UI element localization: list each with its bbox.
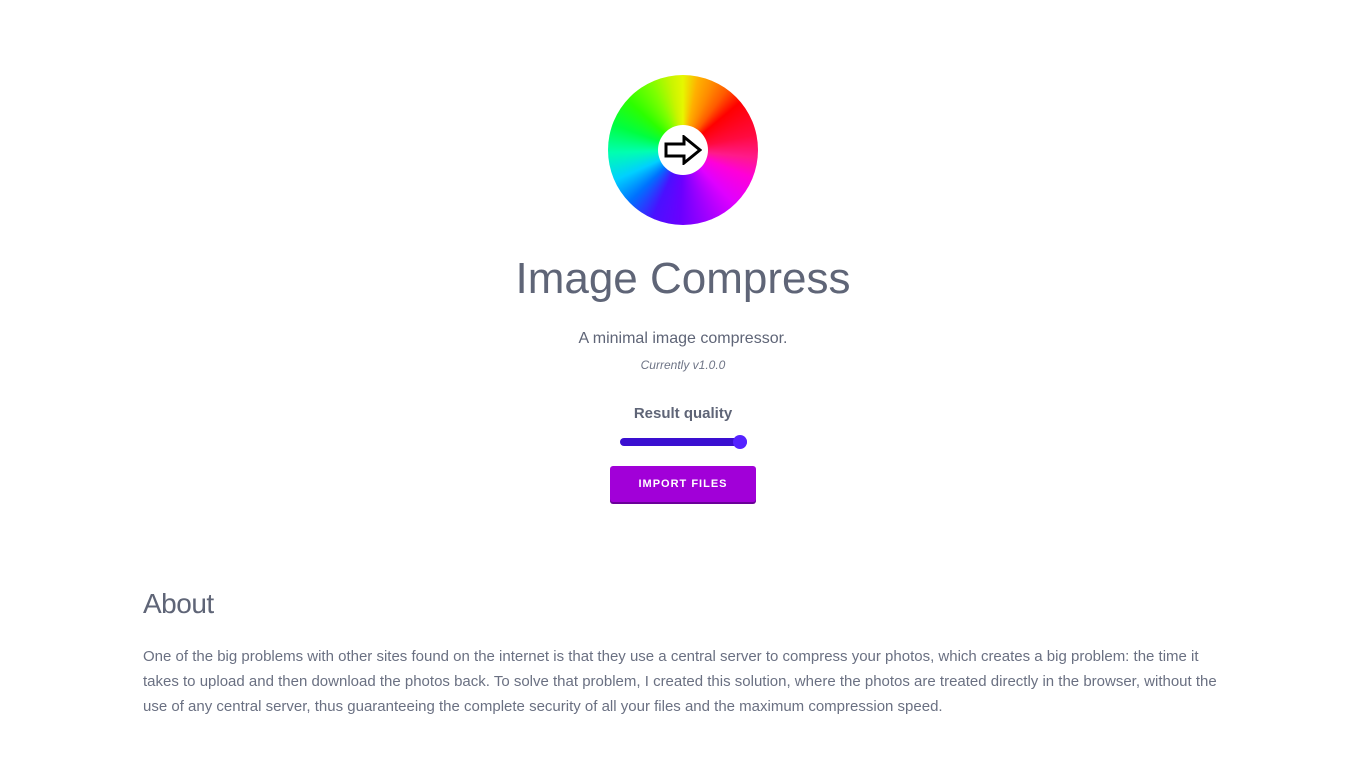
color-wheel-logo <box>608 75 758 225</box>
slider-thumb[interactable] <box>733 435 747 449</box>
quality-slider[interactable] <box>620 435 747 449</box>
slider-track <box>620 438 747 446</box>
subtitle: A minimal image compressor. <box>578 330 788 347</box>
logo-center <box>658 125 708 175</box>
page-title: Image Compress <box>515 254 851 303</box>
import-files-button[interactable]: IMPORT FILES <box>610 466 756 502</box>
arrow-right-icon <box>664 135 702 165</box>
about-heading: About <box>143 588 214 619</box>
version-label: Currently v1.0.0 <box>640 358 726 372</box>
quality-label: Result quality <box>633 405 733 422</box>
page: Image Compress A minimal image compresso… <box>0 0 1366 768</box>
about-text: One of the big problems with other sites… <box>143 648 1217 715</box>
